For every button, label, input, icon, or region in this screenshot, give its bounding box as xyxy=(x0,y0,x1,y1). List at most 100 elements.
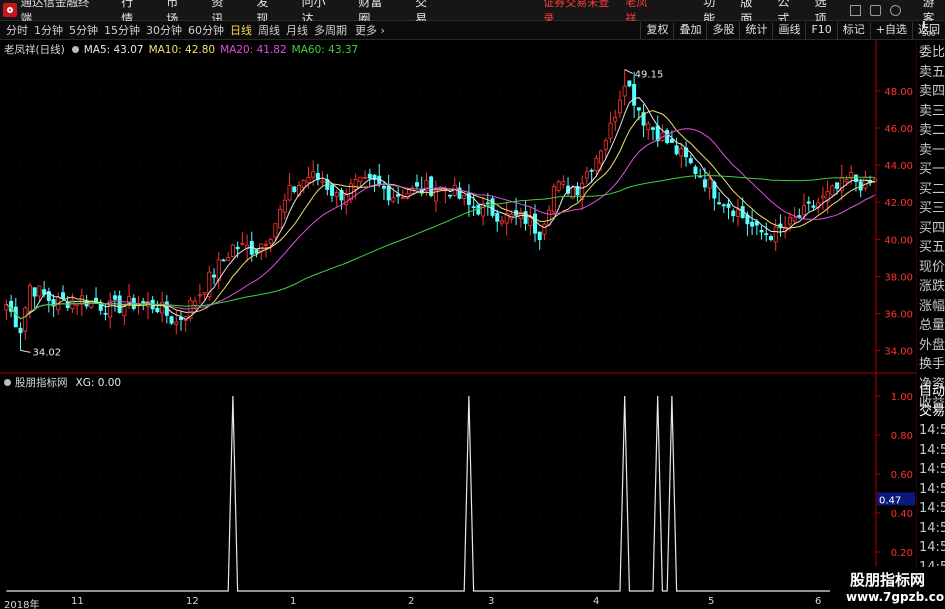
candle-body xyxy=(632,84,637,106)
candle-body xyxy=(750,221,755,227)
trade-time: 自动 xyxy=(919,384,945,399)
date-tick-label: 4 xyxy=(593,596,600,607)
candle-body xyxy=(23,307,28,332)
xg-value: XG: 0.00 xyxy=(75,376,122,389)
candle-body xyxy=(112,295,117,300)
menu-bar: 通达信金融终端 行情 市场 资讯 发现 问小达 财富圈 交易 证券交易未登录 老… xyxy=(0,0,945,26)
candle-body xyxy=(688,158,693,164)
period-monthly[interactable]: 月线 xyxy=(286,22,308,38)
candle-body xyxy=(263,243,268,246)
candle-body xyxy=(764,233,769,236)
trade-time: 14:56 xyxy=(919,481,945,497)
candle-body xyxy=(594,157,599,172)
period-multi[interactable]: 多周期 xyxy=(314,22,347,38)
trade-time: 14:56 xyxy=(919,520,945,536)
candle-body xyxy=(311,171,316,178)
indicator-legend: 股朋指标网 XG: 0.00 xyxy=(4,375,121,390)
quote-label: 卖五 xyxy=(919,64,945,80)
candle-body xyxy=(61,292,66,299)
candle-body xyxy=(603,140,608,150)
settings-dot-icon[interactable] xyxy=(71,46,79,53)
xg-line xyxy=(6,395,875,592)
settings-icon[interactable] xyxy=(889,4,901,16)
multi-stock-button[interactable]: 多股 xyxy=(706,22,739,39)
candle-body xyxy=(806,201,811,204)
candle-body xyxy=(731,210,736,217)
candle-body xyxy=(863,177,868,189)
candle-body xyxy=(717,202,722,205)
skin-icon[interactable] xyxy=(869,4,881,16)
high-marker-line xyxy=(624,69,633,74)
period-30min[interactable]: 30分钟 xyxy=(146,22,182,38)
quote-label: 涨跌 xyxy=(919,279,945,294)
period-intraday[interactable]: 分时 xyxy=(6,22,28,38)
candle-body xyxy=(533,213,538,234)
window-mode-icon[interactable] xyxy=(849,4,861,16)
y-tick-label: 42.00 xyxy=(884,198,913,209)
adjust-button[interactable]: 复权 xyxy=(640,22,673,39)
add-watchlist-button[interactable]: +自选 xyxy=(869,22,912,39)
date-tick-label: 12 xyxy=(186,596,199,607)
period-weekly[interactable]: 周线 xyxy=(258,22,280,38)
quote-label: 卖四 xyxy=(919,84,945,99)
watermark: 股朋指标网 www.7gpzb.com xyxy=(830,567,945,609)
draw-line-button[interactable]: 画线 xyxy=(772,22,805,39)
settings-dot-icon[interactable] xyxy=(4,379,11,386)
indicator-name: 股朋指标网 xyxy=(15,377,68,389)
candle-body xyxy=(278,209,283,229)
candle-body xyxy=(674,145,679,155)
kline-chart[interactable]: 48.00 46.00 44.00 42.00 40.00 38.00 36.00 34.00… xyxy=(0,40,916,595)
candle-body xyxy=(811,205,816,208)
candle-body xyxy=(103,312,108,315)
candle-body xyxy=(561,181,566,185)
period-daily[interactable]: 日线 xyxy=(230,22,252,38)
candle-body xyxy=(773,226,778,243)
f10-button[interactable]: F10 xyxy=(805,22,836,39)
ma5-value: MA5: 43.07 xyxy=(83,43,144,56)
statistics-button[interactable]: 统计 xyxy=(739,22,772,39)
candle-body xyxy=(547,209,552,226)
quote-label: 现价 xyxy=(919,259,945,275)
candle-body xyxy=(584,171,589,179)
date-tick-label: 3 xyxy=(488,596,495,607)
indicator-tick-label: 0.20 xyxy=(891,548,913,559)
candle-body xyxy=(669,138,674,143)
candle-body xyxy=(622,85,627,97)
quote-label: 买三 xyxy=(919,201,945,216)
period-60min[interactable]: 60分钟 xyxy=(188,22,224,38)
period-15min[interactable]: 15分钟 xyxy=(104,22,140,38)
quote-label: 卖一 xyxy=(919,142,945,158)
quote-label: 涨幅 xyxy=(919,298,945,314)
candle-body xyxy=(589,169,594,172)
period-5min[interactable]: 5分钟 xyxy=(69,22,98,38)
trade-time: 14:56 xyxy=(919,540,945,555)
candle-body xyxy=(485,202,490,205)
quote-label: 卖二 xyxy=(919,123,945,138)
candle-body xyxy=(599,150,604,164)
candle-body xyxy=(367,173,372,179)
candle-body xyxy=(542,223,547,235)
trade-time: 14:56 xyxy=(919,423,945,438)
y-tick-label: 34.00 xyxy=(884,347,913,358)
candle-body xyxy=(381,185,386,189)
candle-body xyxy=(202,292,207,295)
indicator-tick-label: 0.60 xyxy=(891,470,913,481)
candle-body xyxy=(282,199,287,213)
candle-body xyxy=(155,307,160,313)
date-tick-label: 2018年 xyxy=(4,600,40,609)
candle-body xyxy=(448,194,453,197)
period-1min[interactable]: 1分钟 xyxy=(34,22,63,38)
candle-body xyxy=(830,185,835,196)
candle-body xyxy=(872,178,877,182)
low-annotation: 34.02 xyxy=(33,347,62,358)
quote-label: 外盘 xyxy=(919,337,945,353)
candle-body xyxy=(414,182,419,187)
candle-body xyxy=(693,166,698,175)
candle-body xyxy=(363,177,368,179)
candle-body xyxy=(65,301,70,309)
y-tick-label: 46.00 xyxy=(884,124,913,135)
mark-button[interactable]: 标记 xyxy=(836,22,870,39)
period-more[interactable]: 更多 › xyxy=(355,22,385,38)
overlay-button[interactable]: 叠加 xyxy=(673,22,706,39)
trade-time: 交易 xyxy=(919,403,945,419)
